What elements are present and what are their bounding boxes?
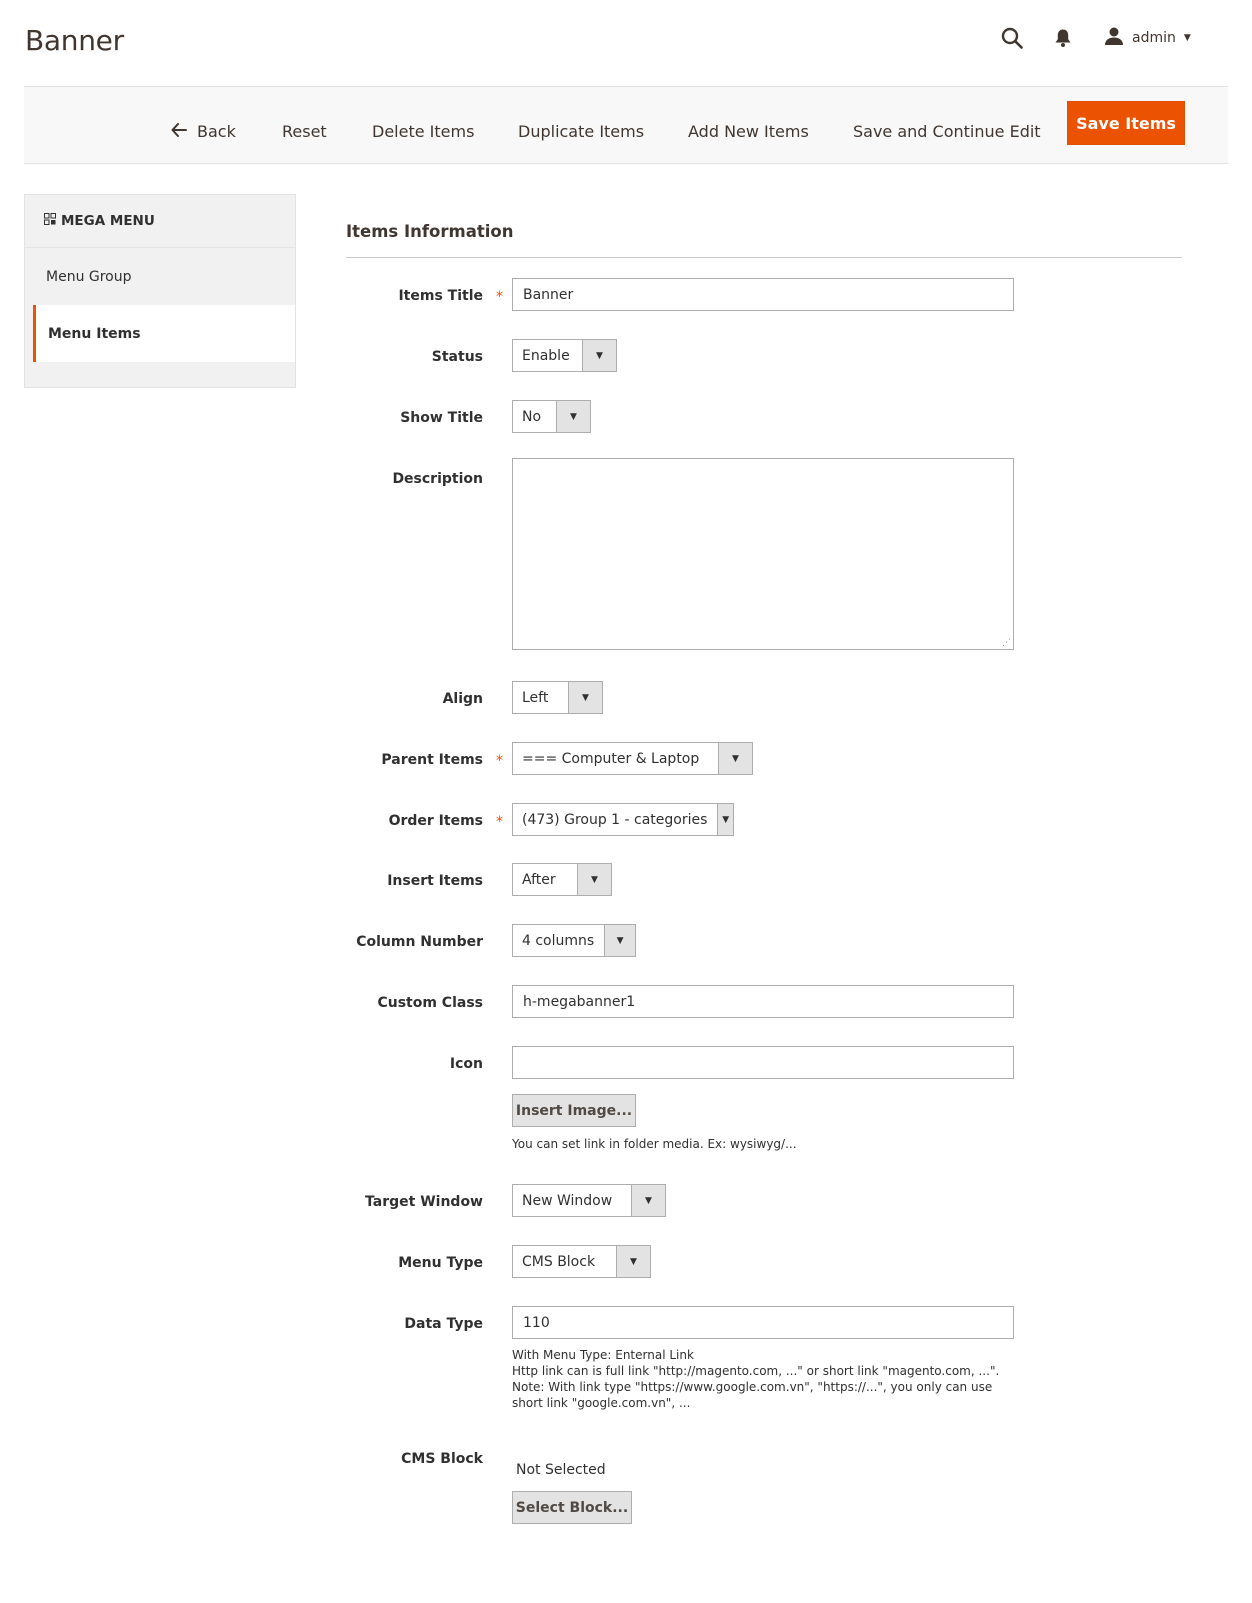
chevron-down-icon: ▼ bbox=[582, 340, 616, 371]
custom-class-input[interactable] bbox=[512, 985, 1014, 1018]
order-items-label: Order Items bbox=[388, 813, 483, 829]
sidebar-item-menu-items[interactable]: Menu Items bbox=[33, 305, 295, 362]
data-type-note: With Menu Type: Enternal Link Http link … bbox=[512, 1347, 1012, 1411]
custom-class-label: Custom Class bbox=[377, 995, 483, 1011]
section-title: Items Information bbox=[346, 222, 514, 241]
action-bar: Back Reset Delete Items Duplicate Items … bbox=[24, 86, 1228, 164]
section-divider bbox=[346, 257, 1182, 258]
icon-label: Icon bbox=[449, 1056, 483, 1072]
align-value: Left bbox=[522, 689, 549, 706]
column-number-select[interactable]: 4 columns ▼ bbox=[512, 924, 636, 957]
grid-icon bbox=[44, 213, 56, 229]
add-new-items-button[interactable]: Add New Items bbox=[688, 109, 809, 153]
chevron-down-icon: ▼ bbox=[631, 1185, 665, 1216]
save-and-continue-button[interactable]: Save and Continue Edit bbox=[853, 109, 1041, 153]
chevron-down-icon: ▼ bbox=[717, 804, 733, 835]
back-button[interactable]: Back bbox=[171, 109, 236, 153]
chevron-down-icon: ▼ bbox=[1183, 33, 1191, 43]
column-number-label: Column Number bbox=[356, 934, 483, 950]
align-label: Align bbox=[442, 691, 483, 707]
show-title-value: No bbox=[522, 408, 542, 425]
required-marker: * bbox=[496, 814, 503, 830]
insert-items-select[interactable]: After ▼ bbox=[512, 863, 612, 896]
data-type-label: Data Type bbox=[404, 1316, 483, 1332]
icon-input[interactable] bbox=[512, 1046, 1014, 1079]
duplicate-items-button[interactable]: Duplicate Items bbox=[518, 109, 644, 153]
reset-button[interactable]: Reset bbox=[282, 109, 327, 153]
page-title: Banner bbox=[25, 24, 124, 57]
insert-image-button[interactable]: Insert Image... bbox=[512, 1094, 636, 1127]
sidebar-title: MEGA MENU bbox=[25, 195, 295, 248]
resize-handle-icon[interactable]: ⋰ bbox=[1002, 638, 1011, 648]
menu-type-label: Menu Type bbox=[398, 1255, 483, 1271]
order-items-value: (473) Group 1 - categories bbox=[522, 811, 708, 828]
data-type-note-line: Http link can is full link "http://magen… bbox=[512, 1364, 1000, 1378]
status-value: Enable bbox=[522, 347, 570, 364]
data-type-note-line: With Menu Type: Enternal Link bbox=[512, 1348, 694, 1362]
items-title-label: Items Title bbox=[398, 288, 483, 304]
target-window-value: New Window bbox=[522, 1192, 613, 1209]
sidebar-item-menu-group[interactable]: Menu Group bbox=[25, 248, 295, 305]
data-type-note-line: Note: With link type "https://www.google… bbox=[512, 1380, 993, 1410]
menu-type-select[interactable]: CMS Block ▼ bbox=[512, 1245, 651, 1278]
sidebar: MEGA MENU Menu Group Menu Items bbox=[24, 194, 296, 388]
cms-block-label: CMS Block bbox=[401, 1451, 483, 1467]
required-marker: * bbox=[496, 753, 503, 769]
chevron-down-icon: ▼ bbox=[556, 401, 590, 432]
show-title-select[interactable]: No ▼ bbox=[512, 400, 591, 433]
insert-items-label: Insert Items bbox=[387, 873, 483, 889]
parent-items-value: === Computer & Laptop bbox=[522, 750, 700, 767]
user-menu[interactable]: admin ▼ bbox=[1104, 24, 1191, 52]
bell-icon[interactable] bbox=[1049, 24, 1077, 52]
menu-type-value: CMS Block bbox=[522, 1253, 596, 1270]
description-label: Description bbox=[392, 471, 483, 487]
target-window-label: Target Window bbox=[365, 1194, 483, 1210]
arrow-left-icon bbox=[171, 121, 187, 142]
parent-items-label: Parent Items bbox=[381, 752, 483, 768]
back-label: Back bbox=[197, 121, 236, 141]
user-icon bbox=[1104, 26, 1124, 50]
status-label: Status bbox=[431, 349, 483, 365]
data-type-input[interactable] bbox=[512, 1306, 1014, 1339]
status-select[interactable]: Enable ▼ bbox=[512, 339, 617, 372]
column-number-value: 4 columns bbox=[522, 932, 595, 949]
icon-note: You can set link in folder media. Ex: wy… bbox=[512, 1137, 797, 1151]
cms-block-value: Not Selected bbox=[516, 1462, 606, 1478]
align-select[interactable]: Left ▼ bbox=[512, 681, 603, 714]
description-textarea[interactable] bbox=[512, 458, 1014, 650]
sidebar-title-label: MEGA MENU bbox=[61, 213, 155, 229]
target-window-select[interactable]: New Window ▼ bbox=[512, 1184, 666, 1217]
search-icon[interactable] bbox=[998, 24, 1026, 52]
select-block-button[interactable]: Select Block... bbox=[512, 1491, 632, 1524]
chevron-down-icon: ▼ bbox=[577, 864, 611, 895]
chevron-down-icon: ▼ bbox=[616, 1246, 650, 1277]
items-title-input[interactable] bbox=[512, 278, 1014, 311]
order-items-select[interactable]: (473) Group 1 - categories ▼ bbox=[512, 803, 734, 836]
chevron-down-icon: ▼ bbox=[718, 743, 752, 774]
required-marker: * bbox=[496, 289, 503, 305]
delete-items-button[interactable]: Delete Items bbox=[372, 109, 474, 153]
chevron-down-icon: ▼ bbox=[604, 925, 635, 956]
user-name: admin bbox=[1132, 30, 1176, 46]
chevron-down-icon: ▼ bbox=[568, 682, 602, 713]
save-items-button[interactable]: Save Items bbox=[1067, 101, 1185, 145]
parent-items-select[interactable]: === Computer & Laptop ▼ bbox=[512, 742, 753, 775]
insert-items-value: After bbox=[522, 871, 556, 888]
show-title-label: Show Title bbox=[400, 410, 483, 426]
